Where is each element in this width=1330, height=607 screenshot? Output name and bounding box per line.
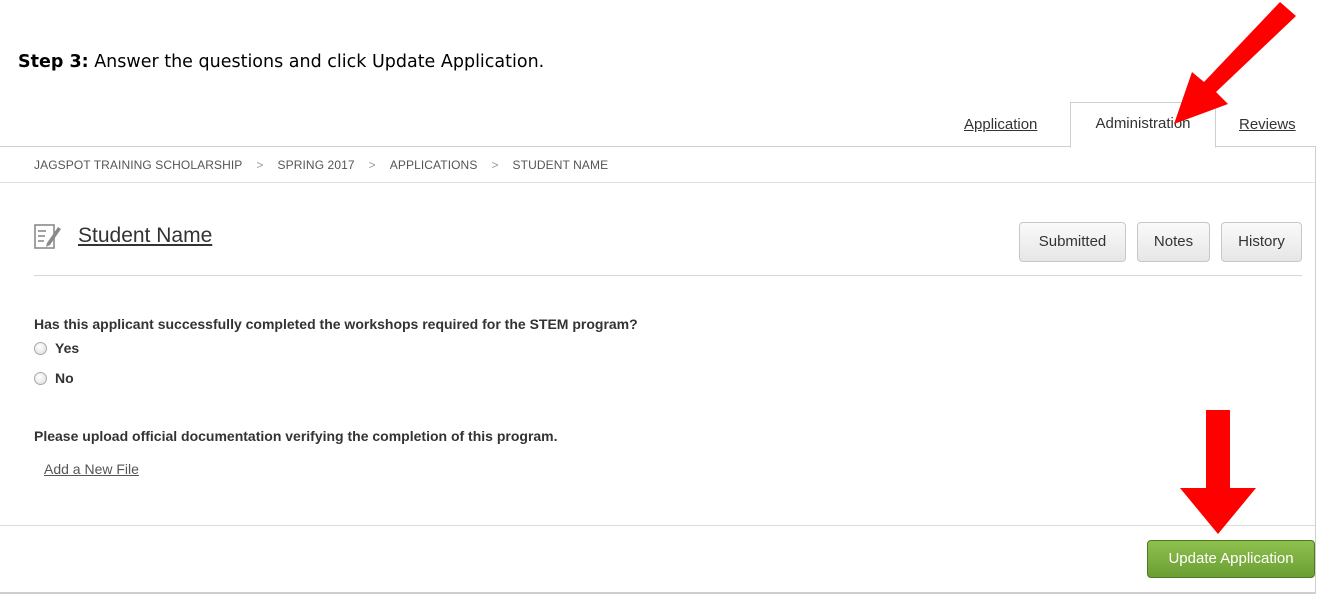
breadcrumb-separator: > bbox=[368, 158, 376, 172]
instruction-text: Step 3: Answer the questions and click U… bbox=[18, 52, 544, 72]
breadcrumb-divider bbox=[0, 182, 1316, 183]
radio-yes-control[interactable] bbox=[34, 341, 47, 355]
title-divider bbox=[34, 275, 1302, 276]
panel-right-edge bbox=[1315, 146, 1316, 594]
breadcrumb-item-term[interactable]: SPRING 2017 bbox=[278, 158, 355, 172]
breadcrumb-item-applications[interactable]: APPLICATIONS bbox=[390, 158, 478, 172]
upload-label: Please upload official documentation ver… bbox=[34, 428, 558, 444]
panel-bottom-edge bbox=[0, 592, 1316, 594]
radio-option-yes[interactable]: Yes bbox=[34, 340, 79, 356]
breadcrumb-separator: > bbox=[256, 158, 264, 172]
radio-no-label[interactable]: No bbox=[55, 370, 74, 386]
radio-option-no[interactable]: No bbox=[34, 370, 74, 386]
history-button[interactable]: History bbox=[1221, 222, 1302, 262]
record-title[interactable]: Student Name bbox=[78, 224, 212, 248]
add-new-file-link[interactable]: Add a New File bbox=[44, 461, 139, 477]
breadcrumb-separator: > bbox=[491, 158, 499, 172]
radio-no-control[interactable] bbox=[34, 371, 47, 385]
breadcrumb-item-scholarship[interactable]: JAGSPOT TRAINING SCHOLARSHIP bbox=[34, 158, 242, 172]
annotation-arrow-down-icon bbox=[1180, 410, 1256, 534]
tab-application[interactable]: Application bbox=[964, 116, 1037, 133]
workshop-question: Has this applicant successfully complete… bbox=[34, 316, 638, 332]
annotation-arrow-diagonal-icon bbox=[1174, 2, 1296, 124]
update-application-button[interactable]: Update Application bbox=[1147, 540, 1315, 578]
instruction-body: Answer the questions and click Update Ap… bbox=[88, 52, 545, 72]
instruction-step: Step 3: bbox=[18, 52, 89, 72]
footer-divider bbox=[0, 525, 1316, 526]
radio-yes-label[interactable]: Yes bbox=[55, 340, 79, 356]
breadcrumb: JAGSPOT TRAINING SCHOLARSHIP > SPRING 20… bbox=[34, 158, 608, 172]
submitted-button[interactable]: Submitted bbox=[1019, 222, 1126, 262]
breadcrumb-item-student: STUDENT NAME bbox=[512, 158, 609, 172]
notes-button[interactable]: Notes bbox=[1137, 222, 1210, 262]
edit-document-icon bbox=[34, 224, 61, 249]
